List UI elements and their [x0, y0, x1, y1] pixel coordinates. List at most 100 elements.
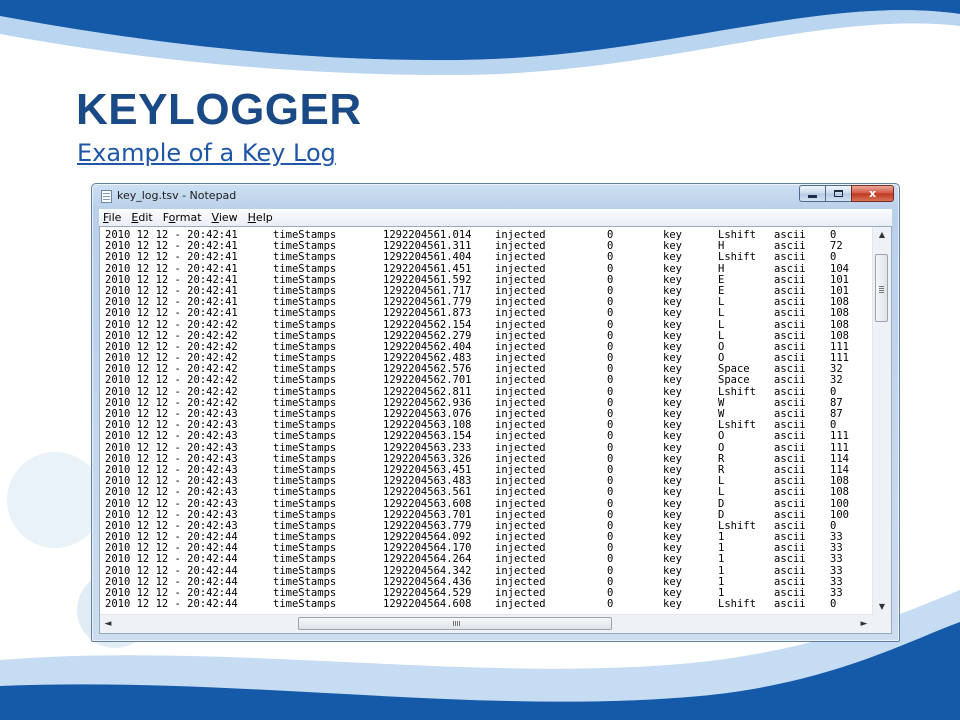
log-cell: ascii [774, 553, 806, 566]
window-title: key_log.tsv - Notepad [117, 189, 237, 202]
log-cell: Lshift [718, 598, 756, 611]
log-row: 2010 12 12 - 20:42:41 timeStamps 129220456… [105, 308, 872, 319]
log-cell: key [663, 598, 682, 611]
menu-help-accel: H [247, 211, 256, 224]
slide-title: KEYLOGGER [76, 85, 362, 134]
log-cell: 1292204561.404 [383, 251, 472, 264]
log-row: 2010 12 12 - 20:42:42 timeStamps 129220456… [105, 319, 872, 331]
text-area[interactable]: 2010 12 12 - 20:42:41 timeStamps 129220456… [100, 227, 872, 615]
log-cell: 33 [830, 553, 843, 566]
log-cell: ascii [774, 251, 806, 264]
scroll-down-icon: ▼ [878, 602, 886, 611]
log-cell: injected [495, 598, 546, 611]
log-cell: 0 [607, 251, 614, 264]
maximize-button[interactable] [825, 185, 851, 202]
log-cell: key [663, 307, 682, 320]
menu-view[interactable]: View [207, 209, 243, 226]
log-cell: 1292204564.608 [383, 598, 472, 611]
maximize-icon [834, 190, 843, 197]
caption-buttons: x [799, 185, 894, 202]
log-cell: Space [718, 374, 750, 387]
log-cell: 1292204563.561 [383, 486, 472, 499]
log-cell: L [718, 486, 725, 499]
log-cell: injected [495, 374, 546, 387]
log-cell: 2010 12 12 - 20:42:44 [105, 553, 238, 566]
menu-edit[interactable]: Edit [126, 209, 157, 226]
menu-help-label: elp [255, 211, 273, 224]
menu-format[interactable]: Format [158, 209, 207, 226]
notepad-icon [101, 190, 112, 203]
log-cell: injected [495, 307, 546, 320]
scroll-up-button[interactable]: ▲ [873, 227, 891, 243]
grip-icon [879, 287, 884, 289]
vertical-scrollbar[interactable]: ▲ ▼ [872, 227, 891, 615]
log-cell: 1292204561.873 [383, 307, 472, 320]
log-cell: timeStamps [273, 430, 337, 443]
menu-view-label: iew [218, 211, 238, 224]
horizontal-scrollbar[interactable]: ◄ ► [100, 614, 872, 633]
window-titlebar[interactable]: key_log.tsv - Notepad x [92, 184, 899, 209]
scroll-left-button[interactable]: ◄ [100, 615, 116, 633]
scroll-left-icon: ◄ [104, 618, 112, 629]
menu-format-label: rmat [175, 211, 202, 224]
log-cell: 108 [830, 486, 849, 499]
log-cell: 0 [607, 553, 614, 566]
log-cell: ascii [774, 307, 806, 320]
close-button[interactable]: x [851, 185, 894, 202]
log-row: 2010 12 12 - 20:42:44 timeStamps 129220456… [105, 554, 872, 565]
log-cell: key [663, 374, 682, 387]
horizontal-scroll-thumb[interactable] [298, 617, 612, 630]
log-cell: 2010 12 12 - 20:42:42 [105, 374, 238, 387]
log-cell: key [663, 486, 682, 499]
scroll-right-button[interactable]: ► [856, 615, 872, 633]
log-cell: 0 [830, 598, 837, 611]
log-cell: key [663, 430, 682, 443]
log-cell: 0 [607, 430, 614, 443]
log-cell: 0 [830, 251, 837, 264]
log-row: 2010 12 12 - 20:42:43 timeStamps 129220456… [105, 487, 872, 498]
log-cell: ascii [774, 430, 806, 443]
log-cell: 2010 12 12 - 20:42:41 [105, 307, 238, 320]
log-cell: ascii [774, 598, 806, 611]
log-cell: 0 [607, 598, 614, 611]
log-cell: 2010 12 12 - 20:42:44 [105, 598, 238, 611]
log-cell: 2010 12 12 - 20:42:43 [105, 486, 238, 499]
menu-edit-label: dit [138, 211, 153, 224]
log-cell: timeStamps [273, 553, 337, 566]
log-cell: 1 [718, 553, 725, 566]
log-cell: 1292204564.264 [383, 553, 472, 566]
log-cell: 0 [607, 486, 614, 499]
log-cell: timeStamps [273, 486, 337, 499]
notepad-window: key_log.tsv - Notepad x File Edit Format… [91, 183, 900, 642]
log-cell: ascii [774, 374, 806, 387]
log-cell: injected [495, 553, 546, 566]
scrollbar-corner [872, 615, 891, 633]
close-icon: x [868, 187, 877, 200]
log-cell: 108 [830, 307, 849, 320]
log-cell: key [663, 553, 682, 566]
vertical-scroll-thumb[interactable] [875, 254, 888, 322]
log-cell: injected [495, 251, 546, 264]
minimize-button[interactable] [799, 185, 825, 202]
menu-bar: File Edit Format View Help [99, 209, 892, 227]
log-row: 2010 12 12 - 20:42:44 timeStamps 129220456… [105, 598, 872, 611]
minimize-icon [808, 195, 817, 198]
log-cell: 1292204563.154 [383, 430, 472, 443]
menu-help[interactable]: Help [243, 209, 278, 226]
log-cell: 32 [830, 374, 843, 387]
editor-client: 2010 12 12 - 20:42:41 timeStamps 129220456… [99, 226, 892, 634]
log-cell: 111 [830, 430, 849, 443]
log-cell: 2010 12 12 - 20:42:43 [105, 430, 238, 443]
slide-subtitle-link[interactable]: Example of a Key Log [77, 139, 336, 168]
log-cell: timeStamps [273, 374, 337, 387]
log-cell: 0 [607, 307, 614, 320]
menu-file[interactable]: File [99, 209, 126, 226]
log-cell: injected [495, 430, 546, 443]
menu-view-accel: V [211, 211, 219, 224]
bubble-decoration [7, 452, 103, 548]
scroll-down-button[interactable]: ▼ [873, 599, 891, 615]
scroll-up-icon: ▲ [878, 230, 886, 239]
log-cell: 1292204562.701 [383, 374, 472, 387]
log-row: 2010 12 12 - 20:42:42 timeStamps 129220456… [105, 375, 872, 386]
log-cell: injected [495, 486, 546, 499]
